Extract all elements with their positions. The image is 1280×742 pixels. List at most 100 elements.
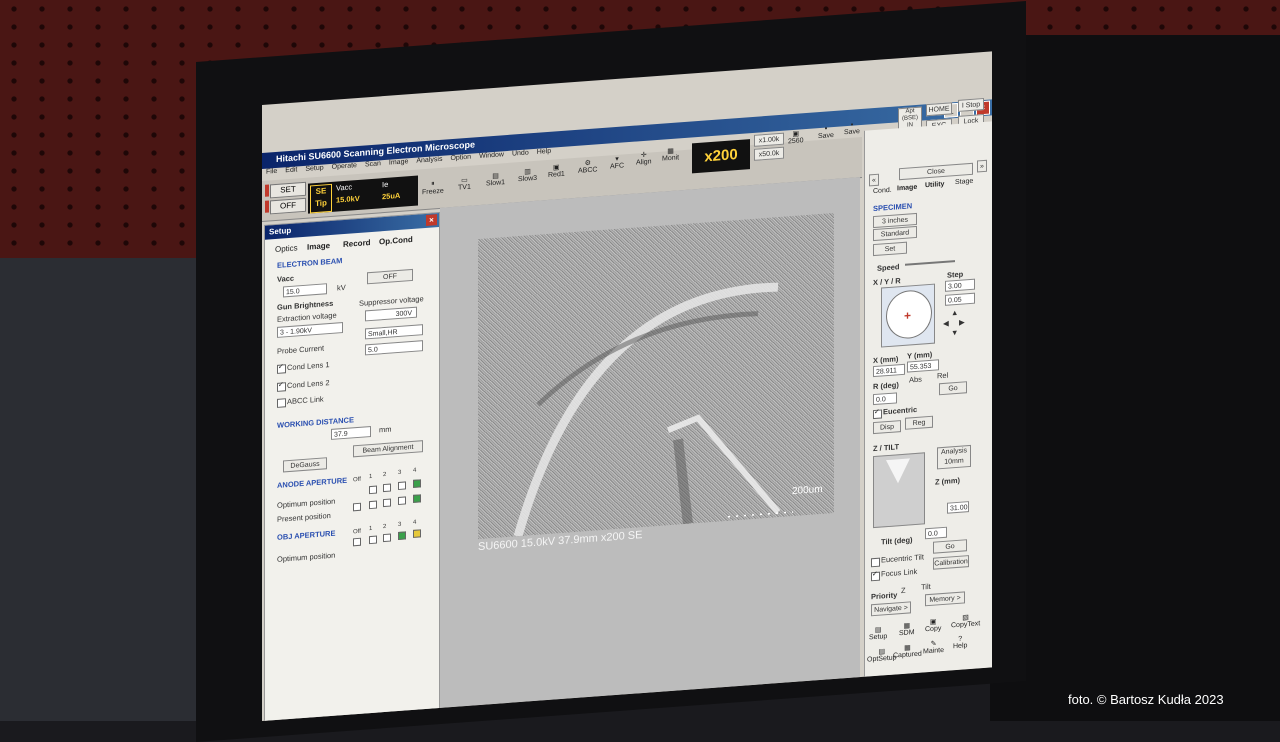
zoom-50k-button[interactable]: x50.0k (754, 146, 784, 161)
slow1-button[interactable]: ▤ Slow1 (486, 171, 505, 188)
beam-alignment-button[interactable]: Beam Alignment (353, 440, 423, 458)
focus-link-checkbox[interactable] (871, 571, 880, 582)
tilt-field[interactable]: 0.0 (925, 526, 947, 540)
tool-copy-button[interactable]: ▣ Copy (925, 617, 941, 633)
obj-opt-3[interactable] (398, 531, 406, 541)
tab-image[interactable]: Image (307, 241, 330, 252)
tab-cond[interactable]: Cond. (873, 187, 892, 195)
anode-opt-2[interactable] (383, 483, 391, 493)
panel-collapse-button[interactable]: « (869, 173, 879, 187)
cond-lens-2-checkbox[interactable] (277, 382, 286, 392)
degauss-button[interactable]: DeGauss (283, 457, 327, 473)
tab-op-cond[interactable]: Op.Cond (379, 235, 413, 246)
save-button-2[interactable]: ▪ Save (844, 121, 860, 137)
disp-button[interactable]: Disp (873, 420, 901, 435)
tool-setup-button[interactable]: ▤ Setup (869, 625, 887, 642)
r-field[interactable]: 0.0 (873, 392, 897, 406)
anode-pres-off[interactable] (353, 502, 361, 512)
set-button[interactable]: SET (270, 181, 306, 199)
anode-opt-3[interactable] (398, 481, 406, 491)
tab-image-stage[interactable]: Image (897, 184, 917, 192)
calibration-button[interactable]: Calibration (933, 555, 969, 570)
tool-sdm-button[interactable]: ▦ SDM (899, 621, 915, 637)
menu-scan[interactable]: Scan (365, 160, 381, 168)
rel-radio[interactable]: Rel (937, 371, 948, 381)
specimen-set-button[interactable]: Set (873, 241, 907, 257)
panel-expand-button[interactable]: » (977, 159, 987, 173)
obj-opt-1[interactable] (369, 535, 377, 545)
stage-map[interactable]: + (881, 283, 935, 348)
vacc-spinner[interactable]: 15.0 (283, 283, 327, 298)
priority-z-radio[interactable]: Z (901, 586, 906, 595)
tool-captured-button[interactable]: ▦ Captured (893, 643, 922, 659)
align-button[interactable]: ✛ Align (636, 150, 652, 167)
reg-button[interactable]: Reg (905, 415, 933, 430)
arrow-down-icon[interactable]: ▼ (951, 328, 958, 338)
anode-pres-4[interactable] (413, 494, 421, 503)
menu-file[interactable]: File (266, 168, 277, 176)
menu-undo[interactable]: Undo (512, 149, 529, 157)
freeze-button[interactable]: ⏸ Freeze (422, 180, 444, 196)
save-button-1[interactable]: ▪ Save (818, 125, 834, 140)
tool-copytext-button[interactable]: ▧ CopyText (951, 612, 980, 629)
arrow-up-icon[interactable]: ▲ (951, 308, 958, 318)
resolution-button[interactable]: ▣ 2560 (788, 129, 804, 146)
eucentric-checkbox[interactable] (873, 409, 882, 420)
probe-current-select[interactable]: Small,HR (365, 324, 423, 340)
slow3-button[interactable]: ▥ Slow3 (518, 167, 537, 183)
abs-radio[interactable]: Abs (909, 375, 922, 385)
eucentric-tilt-checkbox[interactable] (871, 557, 880, 568)
red1-button[interactable]: ▣ Red1 (548, 163, 565, 179)
tool-mainte-button[interactable]: ✎ Mainte (923, 639, 944, 655)
working-distance-spinner[interactable]: 37.9 (331, 425, 371, 440)
anode-pres-3[interactable] (398, 496, 406, 506)
tv1-button[interactable]: ▭ TV1 (458, 176, 471, 192)
anode-opt-4[interactable] (413, 479, 421, 488)
menu-analysis[interactable]: Analysis (416, 156, 442, 165)
x-field[interactable]: 28.911 (873, 363, 905, 378)
y-field[interactable]: 55.353 (907, 359, 939, 373)
sem-micrograph[interactable] (478, 212, 834, 540)
menu-operate[interactable]: Operate (332, 162, 357, 171)
arrow-right-icon[interactable]: ▶ (959, 317, 965, 326)
navigate-button[interactable]: Navigate > (871, 601, 911, 617)
analysis-position-button[interactable]: Analysis 10mm (937, 444, 971, 470)
menu-window[interactable]: Window (479, 151, 504, 160)
cond-lens-1-spinner[interactable]: 5.0 (365, 340, 423, 356)
priority-tilt-radio[interactable]: Tilt (921, 582, 931, 592)
tab-stage[interactable]: Stage (955, 178, 973, 186)
abcc-button[interactable]: ⚙ ABCC (578, 158, 597, 175)
step-x-field[interactable]: 3.00 (945, 278, 975, 292)
anode-pres-1[interactable] (369, 500, 377, 510)
home-button[interactable]: HOME (926, 102, 952, 117)
tab-optics[interactable]: Optics (275, 243, 298, 254)
afc-button[interactable]: ▾ AFC (610, 154, 624, 171)
zoom-1k-button[interactable]: x1.00k (754, 132, 784, 147)
off-button[interactable]: OFF (270, 197, 306, 215)
speed-slider[interactable] (905, 260, 955, 266)
obj-opt-4[interactable] (413, 529, 421, 538)
memory-button[interactable]: Memory > (925, 591, 965, 607)
tilt-go-button[interactable]: Go (933, 539, 967, 554)
menu-help[interactable]: Help (537, 148, 551, 156)
stage-go-button[interactable]: Go (939, 381, 967, 396)
tab-record[interactable]: Record (343, 238, 371, 249)
tool-help-button[interactable]: ? Help (953, 635, 967, 651)
z-field[interactable]: 31.00 (947, 501, 969, 514)
monit-button[interactable]: ▦ Monit (662, 146, 679, 163)
anode-opt-1[interactable] (369, 485, 377, 495)
menu-image[interactable]: Image (389, 158, 408, 166)
abcc-link-checkbox[interactable] (277, 398, 286, 408)
suppressor-voltage-field[interactable]: 300V (365, 306, 417, 322)
setup-close-button[interactable]: × (426, 214, 437, 226)
specimen-holder-button[interactable]: Standard (873, 225, 917, 242)
arrow-left-icon[interactable]: ◀ (943, 319, 949, 328)
tab-utility[interactable]: Utility (925, 181, 944, 189)
beam-off-button[interactable]: OFF (367, 268, 413, 285)
anode-pres-2[interactable] (383, 498, 391, 508)
obj-opt-2[interactable] (383, 533, 391, 543)
menu-option[interactable]: Option (450, 154, 471, 163)
obj-opt-off[interactable] (353, 537, 361, 547)
extraction-voltage-select[interactable]: 3 - 1.90kV (277, 322, 343, 338)
step-y-field[interactable]: 0.05 (945, 292, 975, 306)
